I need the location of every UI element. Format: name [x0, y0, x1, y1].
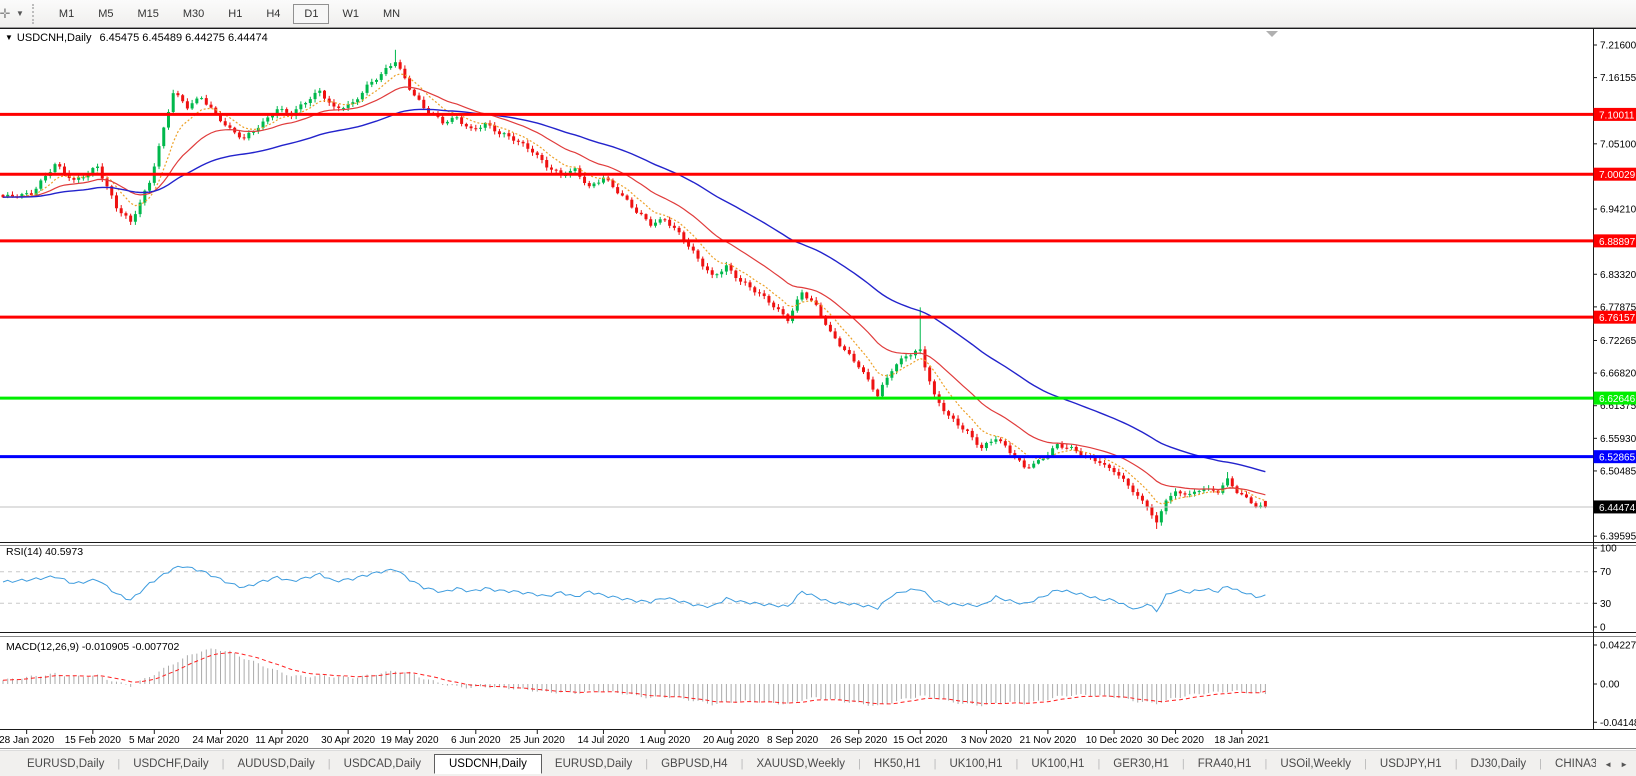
tab-uk100-h1[interactable]: UK100,H1 [936, 755, 1015, 773]
price-tick-6.72265: 6.72265 [1600, 336, 1636, 347]
mt4-terminal: ✛ ▼ M1 M5 M15 M30 H1 H4 D1 W1 MN ▼ USDCNH… [0, 0, 1636, 776]
ma-mid-line [3, 87, 1265, 495]
macd-indicator-label: MACD(12,26,9) -0.010905 -0.007702 [6, 641, 179, 653]
date-label-14-Jul-2020: 14 Jul 2020 [578, 735, 630, 746]
date-label-28-Jan-2020: 28 Jan 2020 [0, 735, 55, 746]
tab-scroll-right-icon[interactable]: ► [1616, 757, 1632, 772]
tab-eurusd-daily[interactable]: EURUSD,Daily [542, 755, 645, 773]
tab-eurusd-daily[interactable]: EURUSD,Daily [14, 755, 117, 773]
tab-china300-h1[interactable]: CHINA300,H1 [1542, 755, 1596, 773]
macd-tick--0.04148: -0.04148 [1600, 718, 1636, 729]
tab-usdcnh-daily[interactable]: USDCNH,Daily [434, 754, 542, 774]
price-badge-text-6.44474: 6.44474 [1599, 503, 1636, 514]
chart-ohlc-values: 6.45475 6.45489 6.44275 6.44474 [99, 32, 267, 44]
timeframe-button-m5[interactable]: M5 [87, 4, 124, 24]
price-tick-6.55930: 6.55930 [1600, 434, 1636, 445]
price-badge-text-6.62646: 6.62646 [1599, 394, 1636, 405]
rsi-tick-0: 0 [1600, 623, 1606, 634]
tab-hk50-h1[interactable]: HK50,H1 [861, 755, 934, 773]
timeframe-button-mn[interactable]: MN [372, 4, 411, 24]
timeframe-button-h1[interactable]: H1 [217, 4, 253, 24]
chart-shift-marker-icon [1266, 31, 1278, 37]
tab-fra40-h1[interactable]: FRA40,H1 [1185, 755, 1265, 773]
date-label-30-Dec-2020: 30 Dec 2020 [1147, 735, 1204, 746]
date-axis-labels: 28 Jan 2020 15 Feb 2020 5 Mar 2020 24 Mar 2… [0, 730, 1270, 746]
date-label-5-Mar-2020: 5 Mar 2020 [129, 735, 180, 746]
timeframe-button-h4[interactable]: H4 [255, 4, 291, 24]
toolbar-grip-handle[interactable] [32, 4, 39, 24]
timeframe-button-d1[interactable]: D1 [293, 4, 329, 24]
price-tick-7.05100: 7.05100 [1600, 139, 1636, 150]
tab-uk100-h1[interactable]: UK100,H1 [1018, 755, 1097, 773]
price-badge-text-6.88897: 6.88897 [1599, 237, 1636, 248]
timeframe-button-w1[interactable]: W1 [331, 4, 370, 24]
price-tick-6.94210: 6.94210 [1600, 205, 1636, 216]
timeframe-toolbar: ✛ ▼ M1 M5 M15 M30 H1 H4 D1 W1 MN [0, 0, 1636, 27]
date-label-30-Apr-2020: 30 Apr 2020 [321, 735, 375, 746]
rsi-tick-100: 100 [1600, 544, 1617, 555]
tab-usdjpy-h1[interactable]: USDJPY,H1 [1367, 755, 1455, 773]
price-tick-6.50485: 6.50485 [1600, 466, 1636, 477]
toolbar-dropdown-arrow-icon[interactable]: ▼ [16, 9, 24, 18]
date-label-18-Jan-2021: 18 Jan 2021 [1214, 735, 1269, 746]
macd-tick-0.042275: 0.042275 [1600, 641, 1636, 652]
price-badge-text-7.00029: 7.00029 [1599, 170, 1636, 181]
date-label-1-Aug-2020: 1 Aug 2020 [640, 735, 691, 746]
date-label-20-Aug-2020: 20 Aug 2020 [703, 735, 760, 746]
date-label-25-Jun-2020: 25 Jun 2020 [510, 735, 565, 746]
tab-scroll-left-icon[interactable]: ◄ [1600, 757, 1616, 772]
date-label-19-May-2020: 19 May 2020 [381, 735, 439, 746]
rsi-indicator-label: RSI(14) 40.5973 [6, 546, 83, 558]
price-tick-7.16155: 7.16155 [1600, 73, 1636, 84]
cursor-tool-icon[interactable]: ✛ [0, 6, 14, 22]
ma-slow-line [3, 109, 1265, 471]
price-tick-6.39595: 6.39595 [1600, 532, 1636, 543]
chart-tab-bar: EURUSD,Daily|USDCHF,Daily|AUDUSD,Daily|U… [0, 750, 1636, 776]
date-label-21-Nov-2020: 21 Nov 2020 [1020, 735, 1077, 746]
timeframe-button-m15[interactable]: M15 [126, 4, 169, 24]
tab-ger30-h1[interactable]: GER30,H1 [1100, 755, 1182, 773]
chart-title: ▼ USDCNH,Daily 6.45475 6.45489 6.44275 6.4… [5, 32, 268, 44]
timeframe-button-m1[interactable]: M1 [48, 4, 85, 24]
date-label-10-Dec-2020: 10 Dec 2020 [1086, 735, 1143, 746]
macd-tick-0.00: 0.00 [1600, 680, 1620, 691]
tab-gbpusd-h4[interactable]: GBPUSD,H4 [648, 755, 740, 773]
chart-canvas[interactable]: 7.216007.161557.051006.942106.833206.778… [0, 29, 1636, 748]
date-label-15-Oct-2020: 15 Oct 2020 [893, 735, 948, 746]
date-label-26-Sep-2020: 26 Sep 2020 [830, 735, 887, 746]
window-border-line [0, 748, 1636, 749]
date-label-3-Nov-2020: 3 Nov 2020 [961, 735, 1013, 746]
date-label-8-Sep-2020: 8 Sep 2020 [767, 735, 819, 746]
price-badge-text-6.52865: 6.52865 [1599, 453, 1636, 464]
tab-dj30-daily[interactable]: DJ30,Daily [1458, 755, 1540, 773]
ma-fast-line [3, 74, 1265, 504]
rsi-line [3, 566, 1265, 611]
date-label-6-Jun-2020: 6 Jun 2020 [451, 735, 501, 746]
price-badge-text-6.76157: 6.76157 [1599, 313, 1636, 324]
chart-menu-arrow-icon[interactable]: ▼ [5, 33, 13, 42]
rsi-tick-70: 70 [1600, 567, 1612, 578]
chart-tabs: EURUSD,Daily|USDCHF,Daily|AUDUSD,Daily|U… [0, 751, 1596, 776]
timeframe-button-m30[interactable]: M30 [172, 4, 215, 24]
price-tick-6.83320: 6.83320 [1600, 270, 1636, 281]
date-label-15-Feb-2020: 15 Feb 2020 [65, 735, 122, 746]
tab-audusd-daily[interactable]: AUDUSD,Daily [224, 755, 327, 773]
tab-usdcad-daily[interactable]: USDCAD,Daily [331, 755, 434, 773]
tab-usoil-weekly[interactable]: USOil,Weekly [1267, 755, 1364, 773]
chart-symbol-label: USDCNH,Daily [17, 32, 92, 44]
tab-scroll-buttons: ◄ ► [1596, 757, 1636, 772]
tab-xauusd-weekly[interactable]: XAUUSD,Weekly [743, 755, 858, 773]
date-label-24-Mar-2020: 24 Mar 2020 [192, 735, 249, 746]
price-tick-7.21600: 7.21600 [1600, 40, 1636, 51]
rsi-tick-30: 30 [1600, 599, 1612, 610]
date-label-11-Apr-2020: 11 Apr 2020 [255, 735, 309, 746]
price-badge-text-7.10011: 7.10011 [1599, 110, 1635, 121]
tab-usdchf-daily[interactable]: USDCHF,Daily [120, 755, 221, 773]
price-tick-6.66820: 6.66820 [1600, 369, 1636, 380]
